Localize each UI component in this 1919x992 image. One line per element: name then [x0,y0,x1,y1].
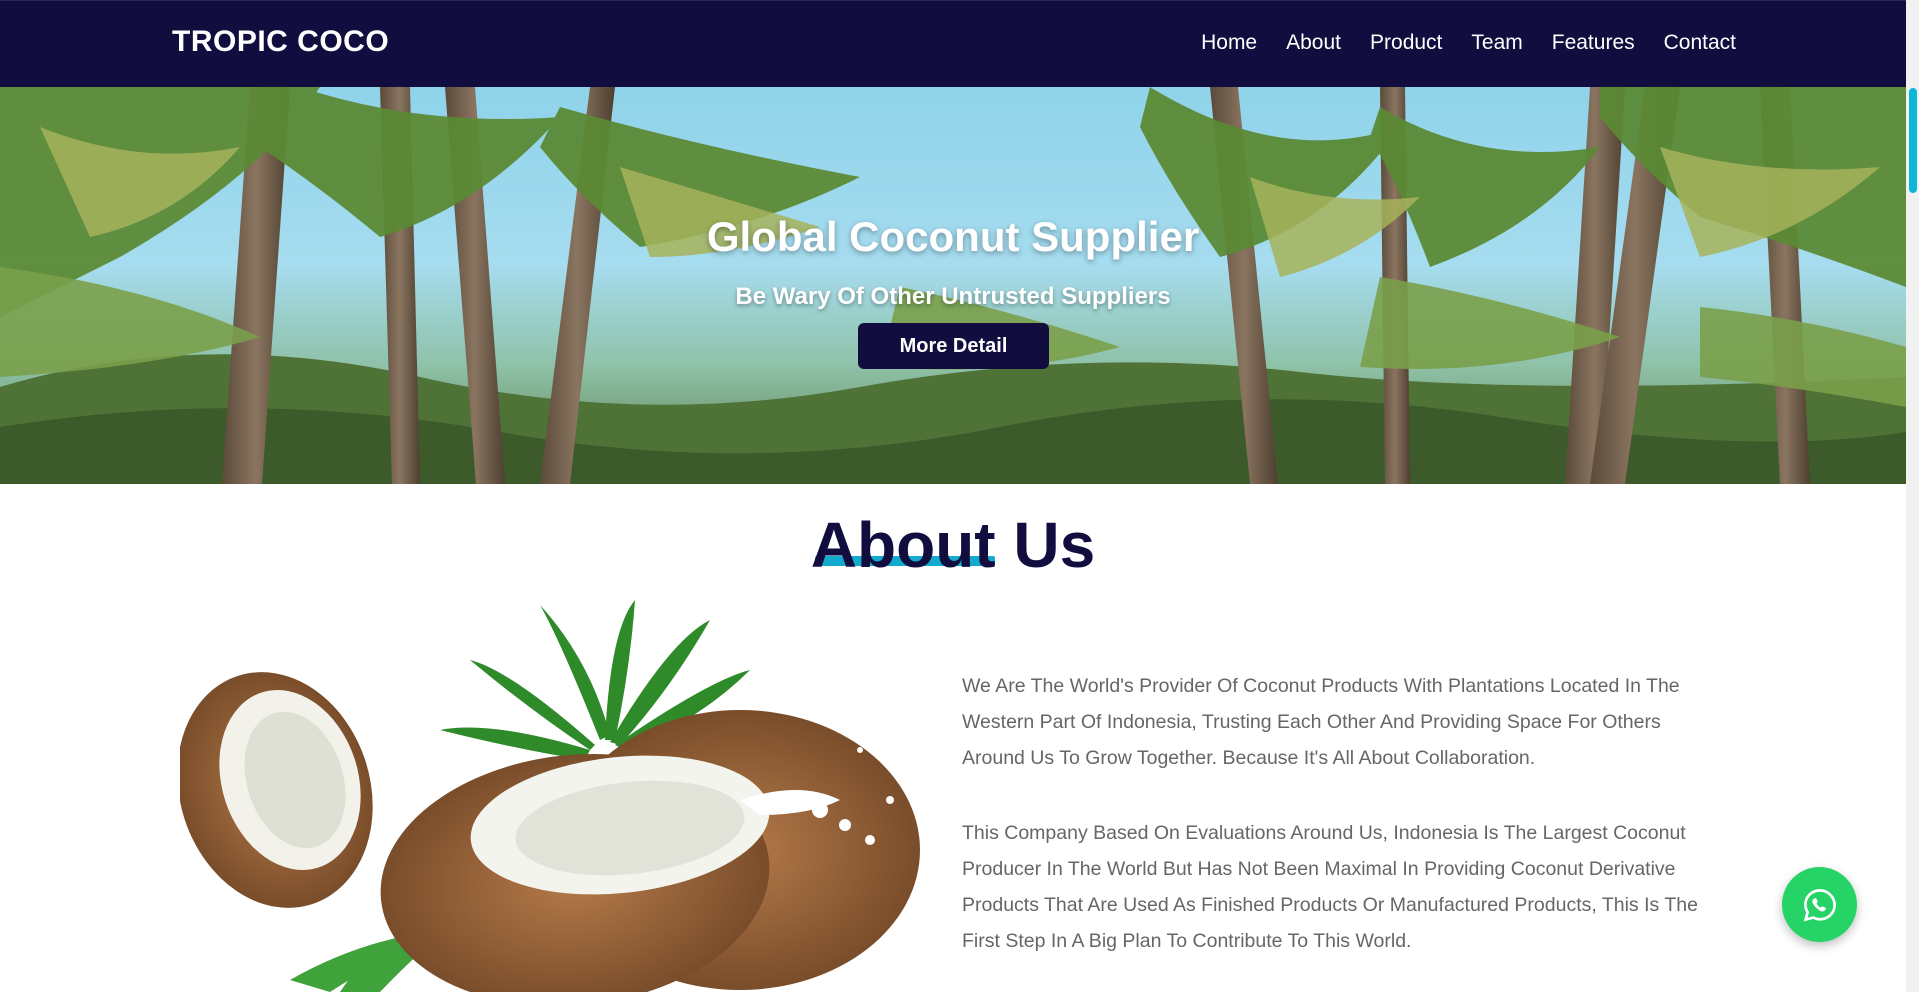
page: TROPIC COCO Home About Product Team Feat… [0,0,1919,992]
nav-menu: Home About Product Team Features Contact [1201,31,1736,55]
about-paragraph-2: This Company Based On Evaluations Around… [962,822,1698,952]
hero-banner: Global Coconut Supplier Be Wary Of Other… [0,87,1906,484]
whatsapp-button[interactable] [1782,867,1857,942]
scrollbar[interactable] [1906,0,1919,992]
hero-subtitle: Be Wary Of Other Untrusted Suppliers [735,283,1171,310]
about-paragraph-1: We Are The World's Provider Of Coconut P… [962,675,1680,769]
whatsapp-icon [1803,888,1836,922]
hero-title: Global Coconut Supplier [706,213,1200,260]
nav-item-product[interactable]: Product [1370,31,1442,55]
about-title: About Us [810,509,1096,581]
nav-item-about[interactable]: About [1286,31,1341,55]
nav-item-contact[interactable]: Contact [1664,31,1736,55]
nav-item-features[interactable]: Features [1552,31,1635,55]
coconut-image [180,600,920,992]
navbar: TROPIC COCO Home About Product Team Feat… [0,0,1906,87]
brand-logo[interactable]: TROPIC COCO [172,25,389,59]
scrollbar-thumb[interactable] [1909,88,1917,193]
nav-item-team[interactable]: Team [1471,31,1522,55]
nav-item-home[interactable]: Home [1201,31,1257,55]
more-detail-button[interactable]: More Detail [858,323,1049,369]
